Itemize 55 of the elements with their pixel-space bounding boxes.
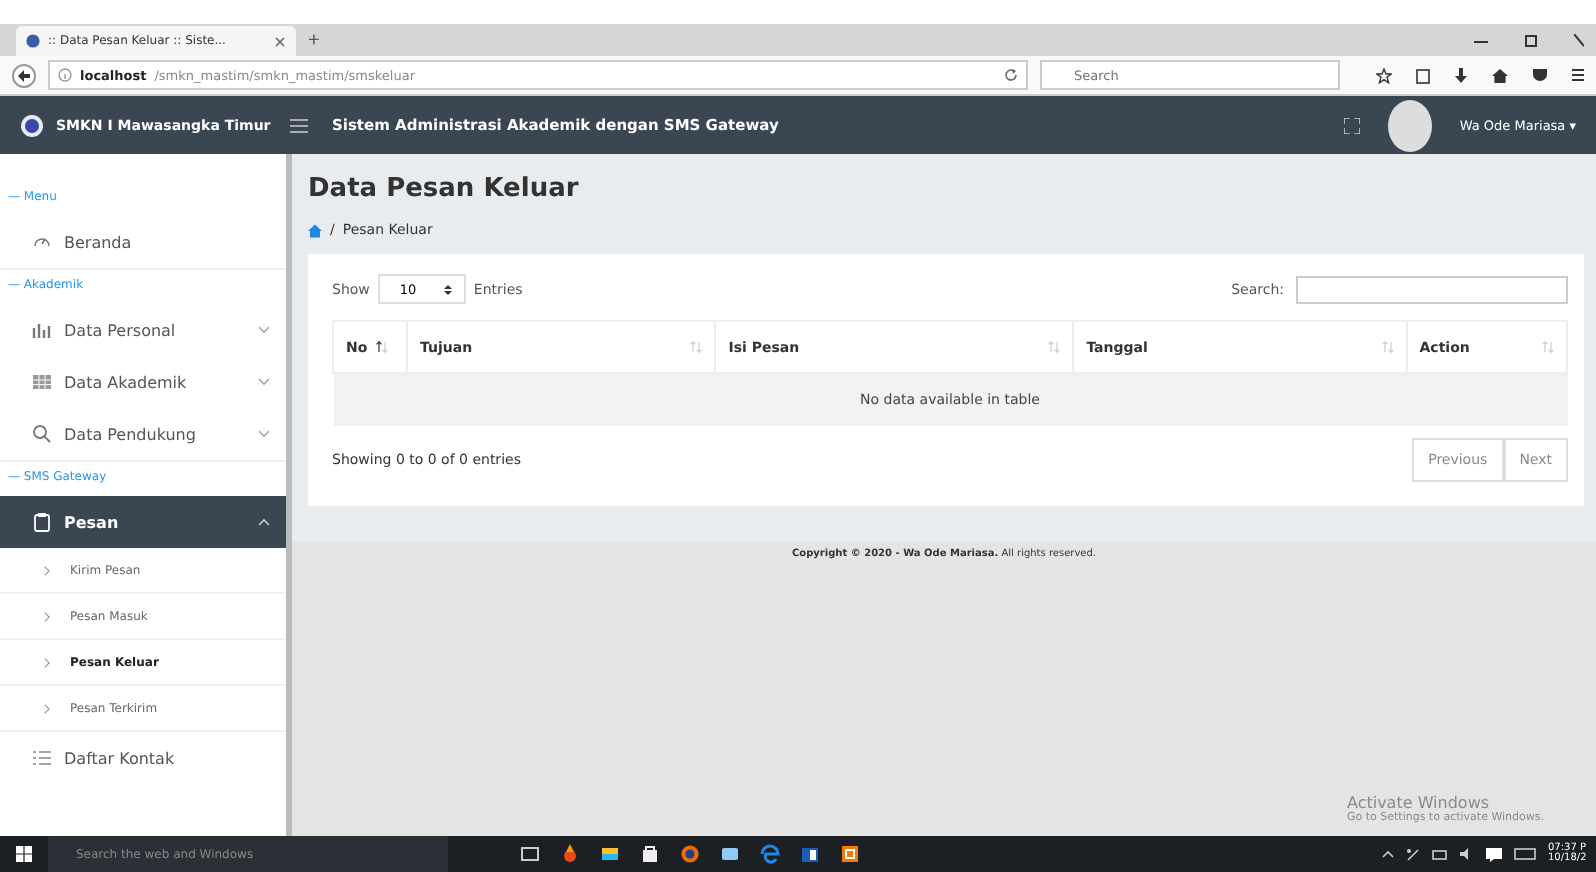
clipboard-icon <box>32 512 52 532</box>
star-icon[interactable] <box>1376 67 1392 83</box>
app-icon[interactable] <box>840 844 860 864</box>
restore-icon[interactable] <box>1524 33 1538 47</box>
sidebar-item[interactable]: Daftar Kontak <box>0 732 286 784</box>
chevron-up-icon[interactable] <box>1382 850 1394 858</box>
clipboard-icon[interactable] <box>1416 67 1430 83</box>
battery-icon[interactable] <box>1432 849 1448 859</box>
download-icon[interactable] <box>1454 67 1468 83</box>
search-icon <box>32 424 52 444</box>
task-view-icon[interactable] <box>520 844 540 864</box>
bar-chart-icon <box>32 320 52 340</box>
reload-icon[interactable] <box>1004 68 1018 82</box>
chevron-right-icon <box>44 611 50 621</box>
chevron-right-icon <box>44 703 50 713</box>
chevron-right-icon <box>44 565 50 575</box>
browser-icon[interactable] <box>680 844 700 864</box>
fullscreen-icon[interactable] <box>1343 117 1360 133</box>
edge-icon[interactable] <box>760 844 780 864</box>
page-title: Data Pesan Keluar <box>308 172 581 204</box>
sidebar-item[interactable]: Data Personal <box>0 304 286 356</box>
chevron-down-icon <box>258 378 270 386</box>
sidebar-item[interactable]: Data Pendukung <box>0 408 286 460</box>
pocket-icon[interactable] <box>1532 67 1548 81</box>
sort-caret-icon <box>443 283 452 295</box>
gauge-icon <box>32 232 52 252</box>
folder-icon[interactable] <box>600 844 620 864</box>
back-icon[interactable] <box>12 63 36 87</box>
chevron-down-icon <box>258 430 270 438</box>
sidebar-item[interactable]: Data Akademik <box>0 356 286 408</box>
logo-icon <box>20 113 44 137</box>
list-icon <box>32 748 52 768</box>
new-tab-button[interactable]: + <box>308 29 320 51</box>
sidebar-item[interactable]: Pesan <box>0 496 286 548</box>
sidebar-item[interactable]: Beranda <box>0 216 286 268</box>
keyboard-icon[interactable] <box>1514 848 1536 860</box>
home-icon[interactable] <box>1492 67 1508 83</box>
message-icon[interactable] <box>1486 847 1502 861</box>
chevron-right-icon <box>44 657 50 667</box>
avatar <box>1387 99 1432 151</box>
network-icon[interactable] <box>720 844 740 864</box>
chevron-down-icon <box>258 326 270 334</box>
menu-icon[interactable] <box>1572 67 1584 81</box>
table-icon <box>32 372 52 392</box>
speaker-icon[interactable] <box>1460 848 1474 860</box>
shopping-bag-icon[interactable] <box>640 844 660 864</box>
activation-title: Activate Windows <box>1346 794 1492 812</box>
wifi-off-icon[interactable] <box>1406 847 1420 861</box>
search-field[interactable] <box>1296 275 1568 303</box>
windows-logo-icon <box>16 846 32 862</box>
info-icon <box>58 68 72 82</box>
globe-icon <box>26 34 40 48</box>
flame-icon[interactable] <box>560 844 580 864</box>
chevron-up-icon <box>258 518 270 526</box>
document-icon[interactable] <box>800 844 820 864</box>
